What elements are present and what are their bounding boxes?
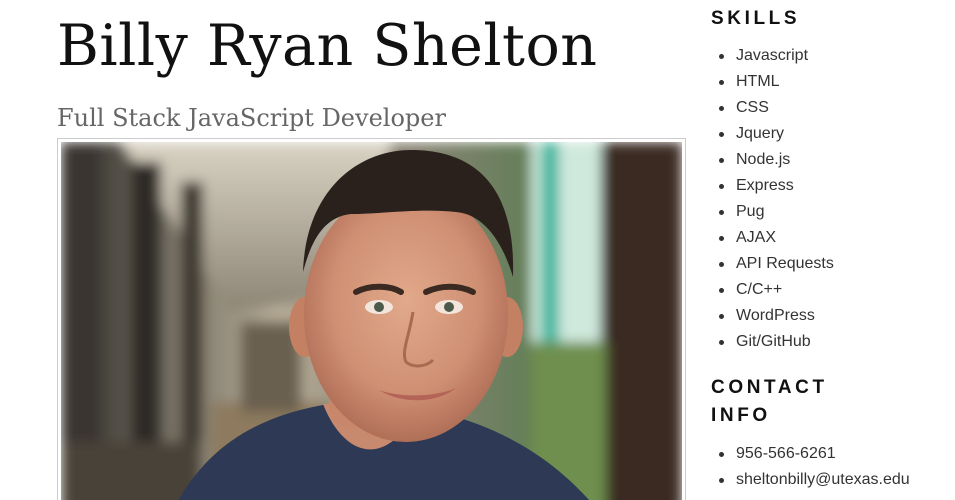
profile-photo-frame [57, 138, 686, 500]
skill-item: C/C++ [711, 277, 834, 303]
skill-item: Git/GitHub [711, 329, 834, 355]
resume-page: Billy Ryan Shelton Full Stack JavaScript… [0, 0, 955, 500]
skill-item: Node.js [711, 147, 834, 173]
contact-heading: CONTACT INFO [711, 377, 828, 426]
skill-item: Pug [711, 199, 834, 225]
skill-item: HTML [711, 69, 834, 95]
skill-item: API Requests [711, 251, 834, 277]
skill-item: WordPress [711, 303, 834, 329]
skill-item: CSS [711, 95, 834, 121]
job-title: Full Stack JavaScript Developer [57, 104, 446, 132]
skills-list: Javascript HTML CSS Jquery Node.js Expre… [711, 43, 834, 355]
page-title: Billy Ryan Shelton [57, 13, 598, 79]
contact-list: 956-566-6261 sheltonbilly@utexas.edu [711, 441, 910, 493]
contact-phone: 956-566-6261 [711, 441, 910, 467]
skill-item: Jquery [711, 121, 834, 147]
skill-item: AJAX [711, 225, 834, 251]
skill-item: Express [711, 173, 834, 199]
contact-email[interactable]: sheltonbilly@utexas.edu [711, 467, 910, 493]
skill-item: Javascript [711, 43, 834, 69]
skills-heading: SKILLS [711, 8, 801, 29]
profile-photo [61, 142, 682, 500]
